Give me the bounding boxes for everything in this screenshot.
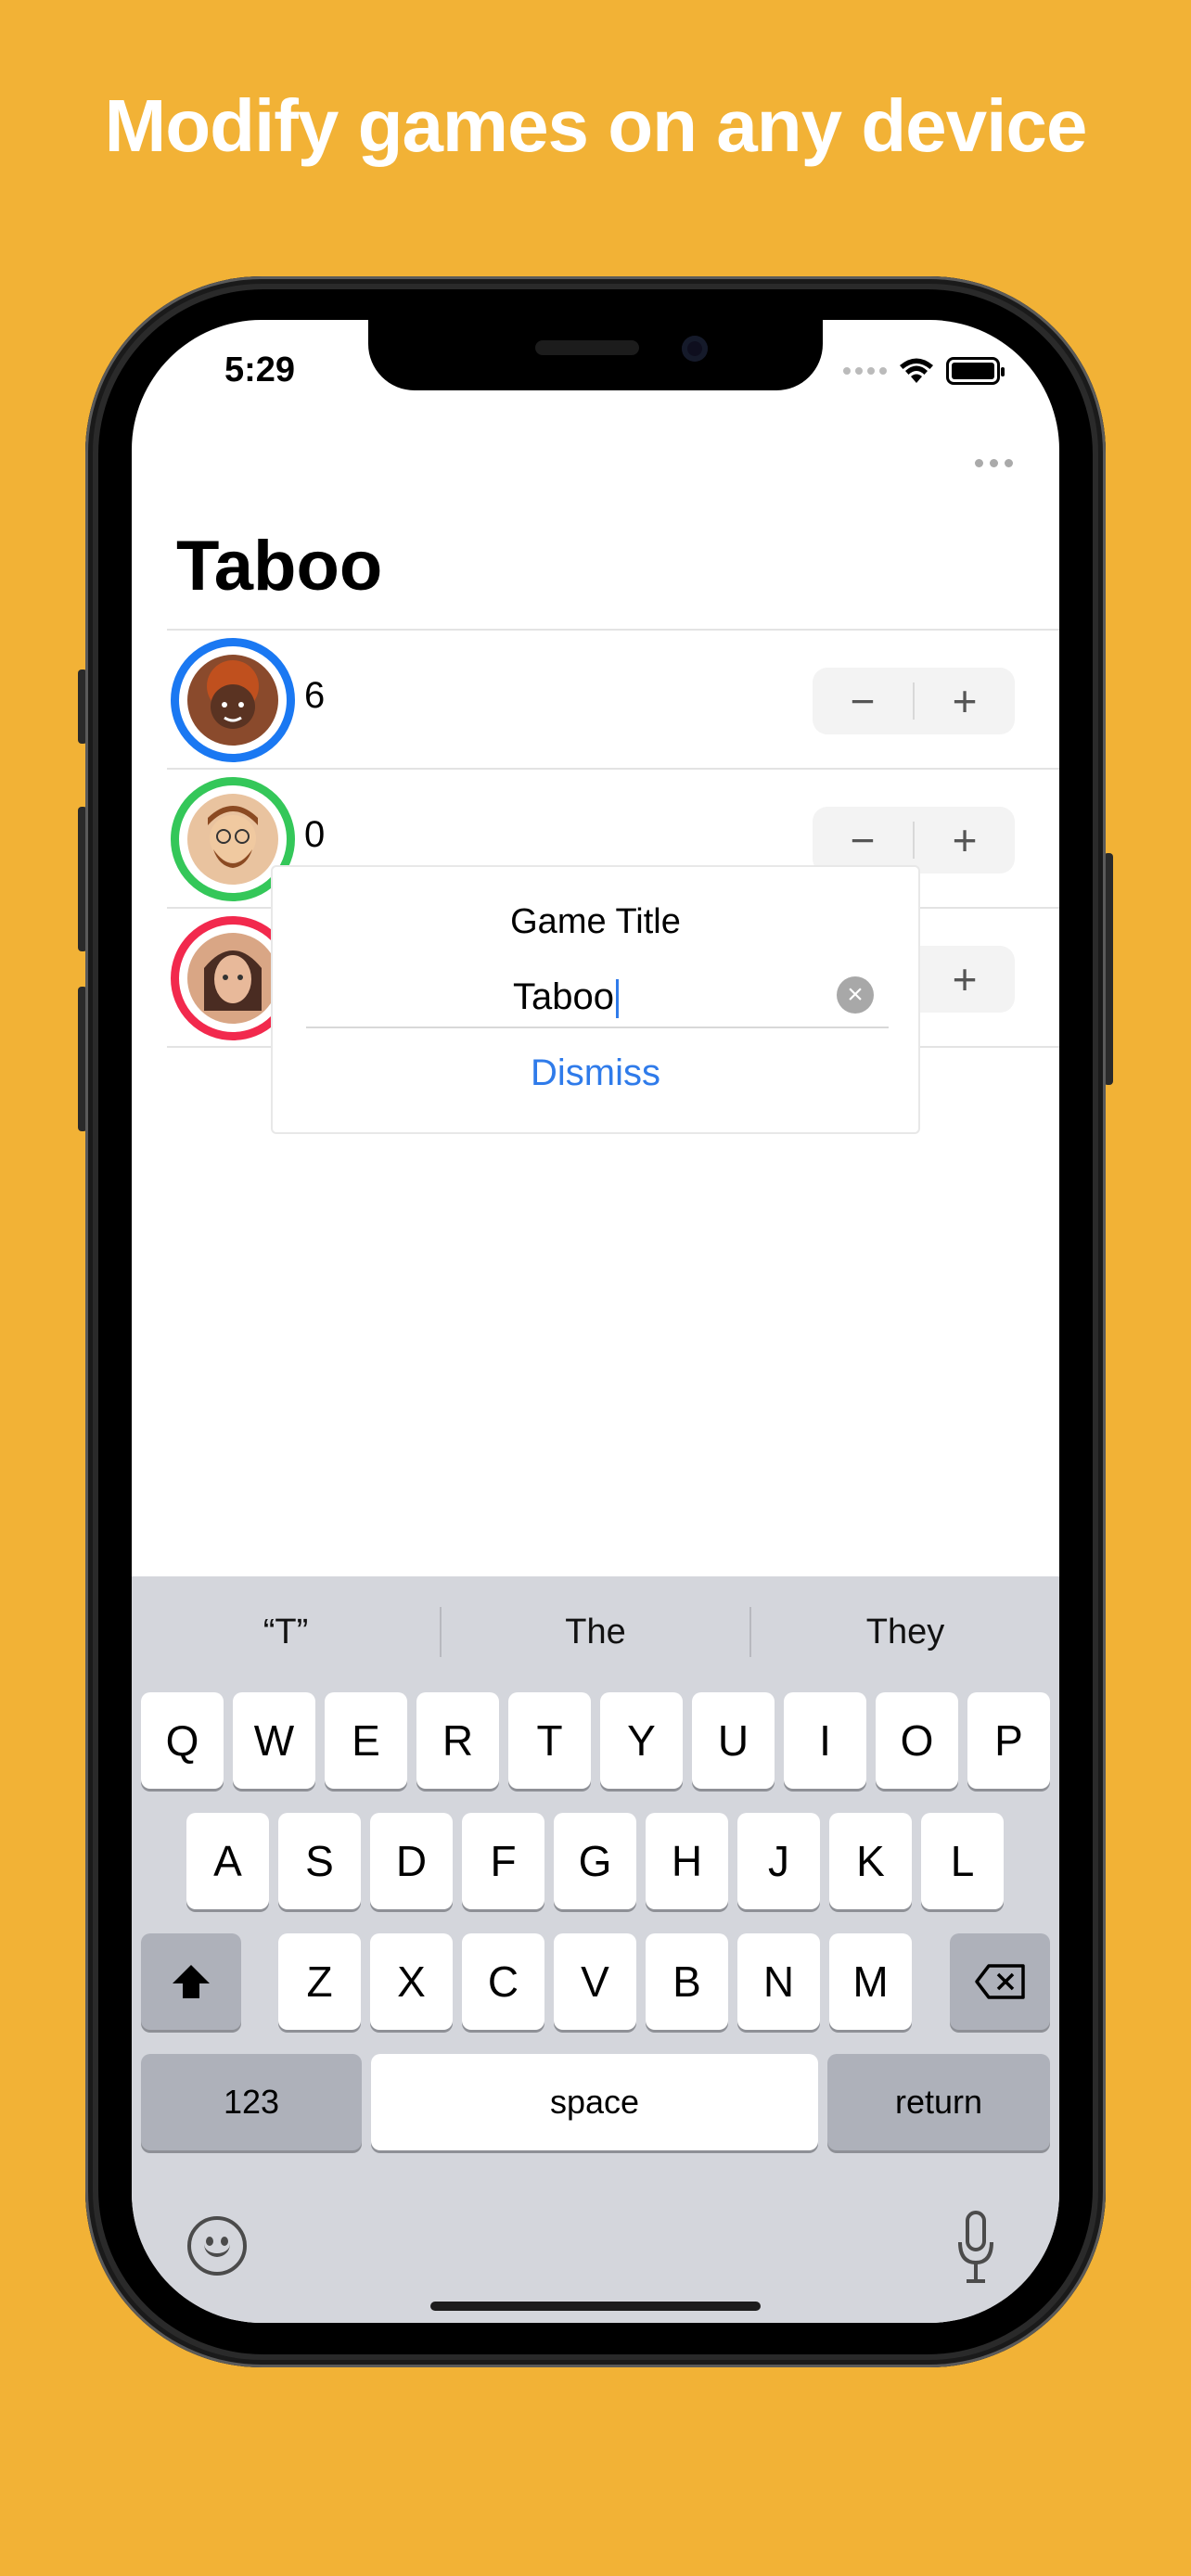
page-title: Taboo <box>176 527 383 606</box>
decrement-button[interactable]: − <box>813 807 913 874</box>
notch <box>368 320 823 390</box>
shift-icon <box>173 1965 210 1998</box>
increment-button[interactable]: + <box>915 946 1015 1013</box>
backspace-icon <box>975 1964 1025 1999</box>
decrement-button[interactable]: − <box>813 668 913 734</box>
suggestion-bar: “T” The They <box>132 1576 1059 1688</box>
rename-game-dialog: Game Title Taboo × Dismiss <box>271 865 920 1134</box>
memoji-icon <box>187 655 278 746</box>
score-stepper[interactable]: − + <box>813 668 1015 734</box>
battery-icon <box>946 357 1005 385</box>
space-key[interactable]: space <box>371 2054 818 2150</box>
key-x[interactable]: X <box>370 1933 453 2030</box>
clear-text-icon[interactable]: × <box>837 976 874 1014</box>
increment-button[interactable]: + <box>915 668 1015 734</box>
wifi-icon <box>900 358 933 383</box>
memoji-icon <box>187 794 278 885</box>
signal-icon <box>843 367 887 375</box>
player-score: 6 <box>304 675 326 716</box>
key-l[interactable]: L <box>921 1813 1004 1909</box>
key-o[interactable]: O <box>876 1692 958 1789</box>
microphone-icon[interactable] <box>957 2211 994 2285</box>
numbers-key[interactable]: 123 <box>141 2054 362 2150</box>
emoji-icon[interactable] <box>187 2216 247 2276</box>
home-indicator <box>430 2302 761 2311</box>
key-s[interactable]: S <box>278 1813 361 1909</box>
keyboard: “T” The They QWERTYUIOPASDFGHJKLZXCVBNM … <box>132 1576 1059 2323</box>
key-j[interactable]: J <box>737 1813 820 1909</box>
key-t[interactable]: T <box>508 1692 591 1789</box>
key-v[interactable]: V <box>554 1933 636 2030</box>
suggestion-item[interactable]: They <box>751 1613 1059 1652</box>
key-p[interactable]: P <box>967 1692 1050 1789</box>
key-f[interactable]: F <box>462 1813 544 1909</box>
key-d[interactable]: D <box>370 1813 453 1909</box>
more-options-icon[interactable] <box>975 459 1013 467</box>
text-caret <box>615 979 619 1019</box>
speaker <box>535 340 639 355</box>
key-c[interactable]: C <box>462 1933 544 2030</box>
key-w[interactable]: W <box>233 1692 315 1789</box>
dialog-title: Game Title <box>510 902 681 941</box>
player-score: 0 <box>304 814 326 855</box>
dismiss-button[interactable]: Dismiss <box>273 1052 918 1094</box>
key-h[interactable]: H <box>646 1813 728 1909</box>
delete-key[interactable] <box>950 1933 1050 2030</box>
key-g[interactable]: G <box>554 1813 636 1909</box>
key-y[interactable]: Y <box>600 1692 683 1789</box>
increment-button[interactable]: + <box>915 807 1015 874</box>
key-a[interactable]: A <box>186 1813 269 1909</box>
key-m[interactable]: M <box>829 1933 912 2030</box>
memoji-icon <box>187 933 278 1024</box>
phone-screen: 5:29 Taboo 6 − + 0 − + + Game Title Tabo… <box>132 320 1059 2323</box>
avatar <box>171 638 295 762</box>
game-title-value[interactable]: Taboo <box>513 976 614 1017</box>
suggestion-item[interactable]: The <box>442 1613 749 1652</box>
headline: Modify games on any device <box>104 84 1088 167</box>
key-z[interactable]: Z <box>278 1933 361 2030</box>
key-k[interactable]: K <box>829 1813 912 1909</box>
shift-key[interactable] <box>141 1933 241 2030</box>
key-b[interactable]: B <box>646 1933 728 2030</box>
front-camera <box>682 336 708 362</box>
status-indicators <box>843 357 1005 385</box>
key-i[interactable]: I <box>784 1692 866 1789</box>
key-q[interactable]: Q <box>141 1692 224 1789</box>
status-time: 5:29 <box>224 351 296 389</box>
suggestion-item[interactable]: “T” <box>132 1613 440 1652</box>
score-stepper[interactable]: − + <box>813 807 1015 874</box>
key-e[interactable]: E <box>325 1692 407 1789</box>
return-key[interactable]: return <box>827 2054 1050 2150</box>
player-row: 6 − + <box>167 629 1059 768</box>
key-r[interactable]: R <box>416 1692 499 1789</box>
key-u[interactable]: U <box>692 1692 775 1789</box>
game-title-field[interactable]: Taboo × <box>306 969 889 1028</box>
key-n[interactable]: N <box>737 1933 820 2030</box>
